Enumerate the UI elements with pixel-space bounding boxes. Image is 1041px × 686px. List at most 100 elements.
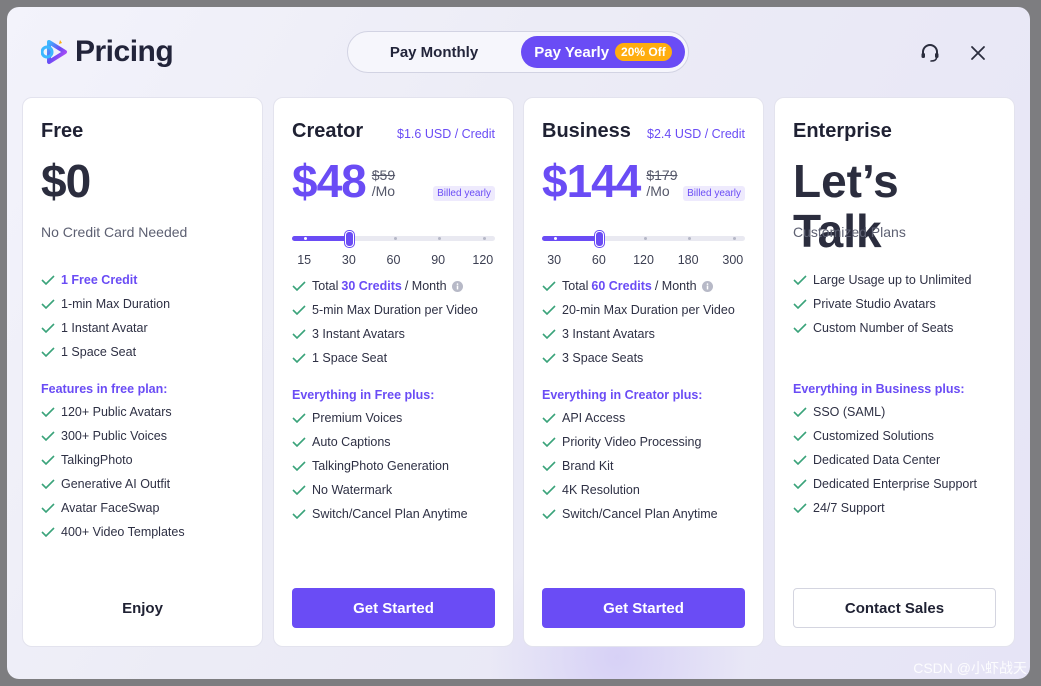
check-icon: [41, 479, 55, 489]
billed-yearly-badge: Billed yearly: [683, 186, 745, 201]
check-icon: [292, 329, 306, 339]
contact-sales-button[interactable]: Contact Sales: [793, 588, 996, 628]
check-icon: [41, 503, 55, 513]
feature-item: 4K Resolution: [542, 478, 745, 502]
logo: Pricing: [41, 35, 174, 69]
price-unit: /Mo: [371, 183, 396, 199]
feature-item: TalkingPhoto Generation: [292, 454, 495, 478]
info-icon[interactable]: [451, 280, 463, 292]
feature-text: Custom Number of Seats: [813, 321, 954, 335]
cta-wrap: Contact Sales: [793, 588, 996, 628]
feature-text: 3 Instant Avatars: [312, 327, 405, 341]
plan-card-creator: Creator $1.6 USD / Credit $48 $59 /Mo Bi…: [273, 97, 514, 647]
get-started-business-button[interactable]: Get Started: [542, 588, 745, 628]
slider-tick-label: 300: [722, 253, 744, 267]
check-icon: [41, 347, 55, 357]
feature-item: Total 60 Credits / Month: [542, 274, 745, 298]
feature-text: 1 Instant Avatar: [61, 321, 148, 335]
feature-text: 1 Space Seat: [312, 351, 388, 365]
slider-dot: [732, 237, 736, 240]
feature-item: Switch/Cancel Plan Anytime: [542, 502, 745, 526]
slider-fill: [292, 236, 349, 241]
get-started-creator-button[interactable]: Get Started: [292, 588, 495, 628]
plan-card-enterprise: Enterprise Let’s Talk Customized Plans L…: [774, 97, 1015, 647]
feature-item: Dedicated Data Center: [793, 448, 996, 472]
check-icon: [41, 407, 55, 417]
feature-item: 5-min Max Duration per Video: [292, 298, 495, 322]
feature-text: API Access: [562, 411, 626, 425]
feature-item: Avatar FaceSwap: [41, 496, 244, 520]
feature-item: Customized Solutions: [793, 424, 996, 448]
plan-price: $0: [41, 155, 91, 207]
group-title: Everything in Free plus:: [292, 388, 435, 402]
feature-text: Large Usage up to Unlimited: [813, 273, 972, 287]
cta-wrap: Enjoy: [41, 588, 244, 628]
check-icon: [542, 353, 556, 363]
pay-monthly-tab[interactable]: Pay Monthly: [348, 32, 520, 72]
feature-list: Total 30 Credits / Month 5-min Max Durat…: [292, 274, 495, 370]
check-icon: [542, 413, 556, 423]
pay-yearly-tab[interactable]: Pay Yearly 20% Off: [521, 36, 685, 68]
info-icon[interactable]: [701, 280, 713, 292]
feature-text: 300+ Public Voices: [61, 429, 167, 443]
credits-value: 30 Credits: [341, 279, 402, 293]
support-button[interactable]: [918, 41, 942, 65]
feature-text: 3 Instant Avatars: [562, 327, 655, 341]
feature-item: 3 Instant Avatars: [542, 322, 745, 346]
slider-tick-label: 90: [431, 253, 446, 267]
pricing-cards: Free $0 No Credit Card Needed 1 Free Cre…: [22, 97, 1015, 647]
check-icon: [793, 503, 807, 513]
slider-tick-label: 60: [386, 253, 401, 267]
feature-item: Priority Video Processing: [542, 430, 745, 454]
group-title: Features in free plan:: [41, 382, 168, 396]
feature-text: 4K Resolution: [562, 483, 640, 497]
check-icon: [41, 323, 55, 333]
feature-text: 120+ Public Avatars: [61, 405, 172, 419]
feature-item: Premium Voices: [292, 406, 495, 430]
feature-text: 5-min Max Duration per Video: [312, 303, 478, 317]
price-side: $59 /Mo: [366, 156, 395, 199]
close-button[interactable]: [966, 41, 990, 65]
slider-tick-label: 120: [633, 253, 654, 267]
feature-text: Premium Voices: [312, 411, 403, 425]
enjoy-button[interactable]: Enjoy: [41, 588, 244, 628]
feature-text: SSO (SAML): [813, 405, 886, 419]
feature-text: Generative AI Outfit: [61, 477, 171, 491]
feature-item: 3 Space Seats: [542, 346, 745, 370]
feature-text: Avatar FaceSwap: [61, 501, 160, 515]
billed-yearly-badge: Billed yearly: [433, 186, 495, 201]
feature-text: 24/7 Support: [813, 501, 885, 515]
slider-tick-label: 180: [677, 253, 699, 267]
feature-text: Switch/Cancel Plan Anytime: [312, 507, 468, 521]
feature-text: Private Studio Avatars: [813, 297, 936, 311]
group-feature-list: Premium Voices Auto Captions TalkingPhot…: [292, 406, 495, 526]
slider-thumb[interactable]: [594, 231, 604, 247]
feature-item: 1 Free Credit: [41, 268, 244, 292]
plan-subtitle: Customized Plans: [793, 224, 906, 240]
check-icon: [542, 329, 556, 339]
slider-dot: [643, 237, 647, 240]
slider-thumb[interactable]: [344, 231, 354, 247]
check-icon: [41, 299, 55, 309]
feature-text: 20-min Max Duration per Video: [562, 303, 735, 317]
plan-price: $144: [542, 155, 641, 207]
feature-item: Private Studio Avatars: [793, 292, 996, 316]
check-icon: [41, 431, 55, 441]
original-price: $59: [371, 167, 396, 183]
group-feature-list: API Access Priority Video Processing Bra…: [542, 406, 745, 526]
credit-rate: $2.4 USD / Credit: [647, 127, 745, 141]
feature-item: 24/7 Support: [793, 496, 996, 520]
check-icon: [292, 353, 306, 363]
check-icon: [542, 509, 556, 519]
slider-dot: [393, 237, 397, 240]
feature-text: Auto Captions: [312, 435, 391, 449]
credits-suffix: / Month: [654, 279, 697, 293]
headset-icon: [921, 44, 939, 62]
price-row: Let’s Talk: [793, 156, 996, 256]
check-icon: [542, 281, 556, 291]
feature-text: Dedicated Enterprise Support: [813, 477, 977, 491]
cta-wrap: Get Started: [292, 588, 495, 628]
feature-text: TalkingPhoto: [61, 453, 133, 467]
feature-text: Customized Solutions: [813, 429, 934, 443]
check-icon: [292, 461, 306, 471]
